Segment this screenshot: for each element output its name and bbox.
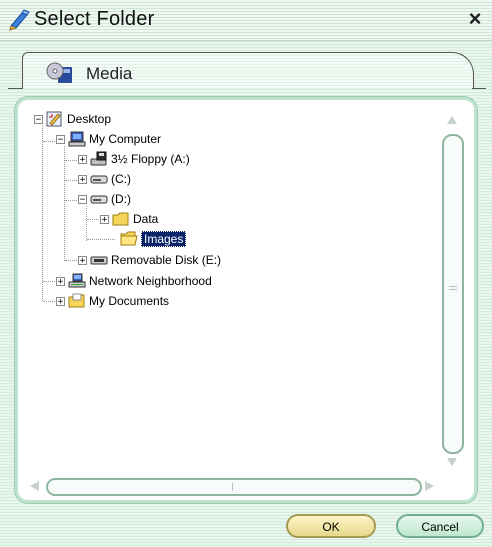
network-icon [68, 273, 86, 288]
tree-item-label: Data [133, 212, 159, 226]
vertical-scroll-thumb[interactable] [442, 134, 464, 454]
horizontal-scroll-thumb[interactable] [46, 478, 422, 496]
tree-item-data[interactable]: + Data [100, 210, 158, 228]
cancel-button[interactable]: Cancel [396, 514, 484, 538]
collapse-icon[interactable]: − [34, 114, 43, 124]
tree-item-removable-disk[interactable]: + Removable Disk (E:) [78, 251, 221, 269]
tree-item-my-computer[interactable]: − My Computer [56, 130, 161, 148]
documents-folder-icon [68, 293, 85, 308]
tree-item-floppy[interactable]: + 3½ Floppy (A:) [78, 150, 190, 168]
selected-folder-label: Images [141, 231, 187, 247]
tree-item-my-documents[interactable]: + My Documents [56, 292, 169, 310]
title-bar: Select Folder × [0, 0, 492, 41]
desktop-icon [46, 111, 62, 127]
tree-line [86, 206, 88, 241]
open-folder-icon [120, 231, 138, 246]
tree-item-label: My Documents [89, 294, 170, 308]
thumb-grip [449, 286, 457, 287]
scroll-right-icon[interactable] [422, 479, 436, 493]
tab-baseline-left [8, 88, 22, 89]
tree-line [65, 180, 79, 182]
scroll-left-icon[interactable] [28, 479, 42, 493]
tab-baseline-right [472, 88, 486, 89]
ok-button[interactable]: OK [286, 514, 376, 538]
collapse-icon[interactable]: − [56, 134, 65, 144]
expand-icon[interactable]: + [78, 154, 87, 164]
tree-line [43, 141, 57, 143]
tree-line [64, 146, 66, 261]
expand-icon[interactable]: + [78, 255, 87, 265]
tree-line [65, 200, 79, 202]
tree-line [43, 281, 57, 283]
tree-item-drive-d[interactable]: − (D:) [78, 190, 131, 208]
tree-line [87, 219, 101, 221]
tree-item-label: (D:) [111, 192, 131, 206]
expand-icon[interactable]: + [78, 174, 87, 184]
tree-line [42, 126, 44, 301]
scroll-up-icon[interactable] [445, 114, 459, 126]
hard-drive-icon [90, 195, 108, 204]
expand-icon[interactable]: + [56, 296, 65, 306]
horizontal-scrollbar[interactable] [26, 476, 438, 496]
tree-item-label: (C:) [111, 172, 131, 186]
tree-line [65, 160, 79, 162]
removable-disk-icon [90, 256, 108, 265]
media-icon [46, 62, 72, 83]
expand-icon[interactable]: + [56, 276, 65, 286]
tree-line [65, 260, 79, 262]
collapse-icon[interactable]: − [78, 194, 87, 204]
folder-pen-icon [9, 9, 30, 31]
window-title: Select Folder [34, 8, 155, 30]
hard-drive-icon [90, 175, 108, 184]
tree-item-drive-c[interactable]: + (C:) [78, 170, 131, 188]
floppy-drive-icon [90, 151, 107, 166]
tree-item-label: 3½ Floppy (A:) [111, 152, 190, 166]
thumb-grip [449, 289, 457, 290]
vertical-scrollbar[interactable] [440, 110, 464, 472]
expand-icon[interactable]: + [100, 214, 109, 224]
tree-item-label: Network Neighborhood [89, 274, 212, 288]
computer-icon [68, 131, 86, 147]
tree-item-network[interactable]: + Network Neighborhood [56, 272, 212, 290]
tab-label: Media [86, 64, 133, 83]
tree-item-images[interactable]: Images [120, 230, 187, 248]
close-icon: × [468, 6, 482, 31]
close-button[interactable]: × [464, 6, 486, 31]
tree-line [87, 239, 115, 241]
folder-icon [112, 212, 129, 226]
tree-item-label: My Computer [89, 132, 162, 146]
tree-item-label: Desktop [67, 112, 112, 126]
tree-item-desktop[interactable]: − Desktop [34, 110, 111, 128]
tree-item-label: Removable Disk (E:) [111, 253, 222, 267]
scroll-down-icon[interactable] [445, 456, 459, 468]
thumb-grip [232, 483, 233, 491]
tree-line [43, 301, 57, 303]
